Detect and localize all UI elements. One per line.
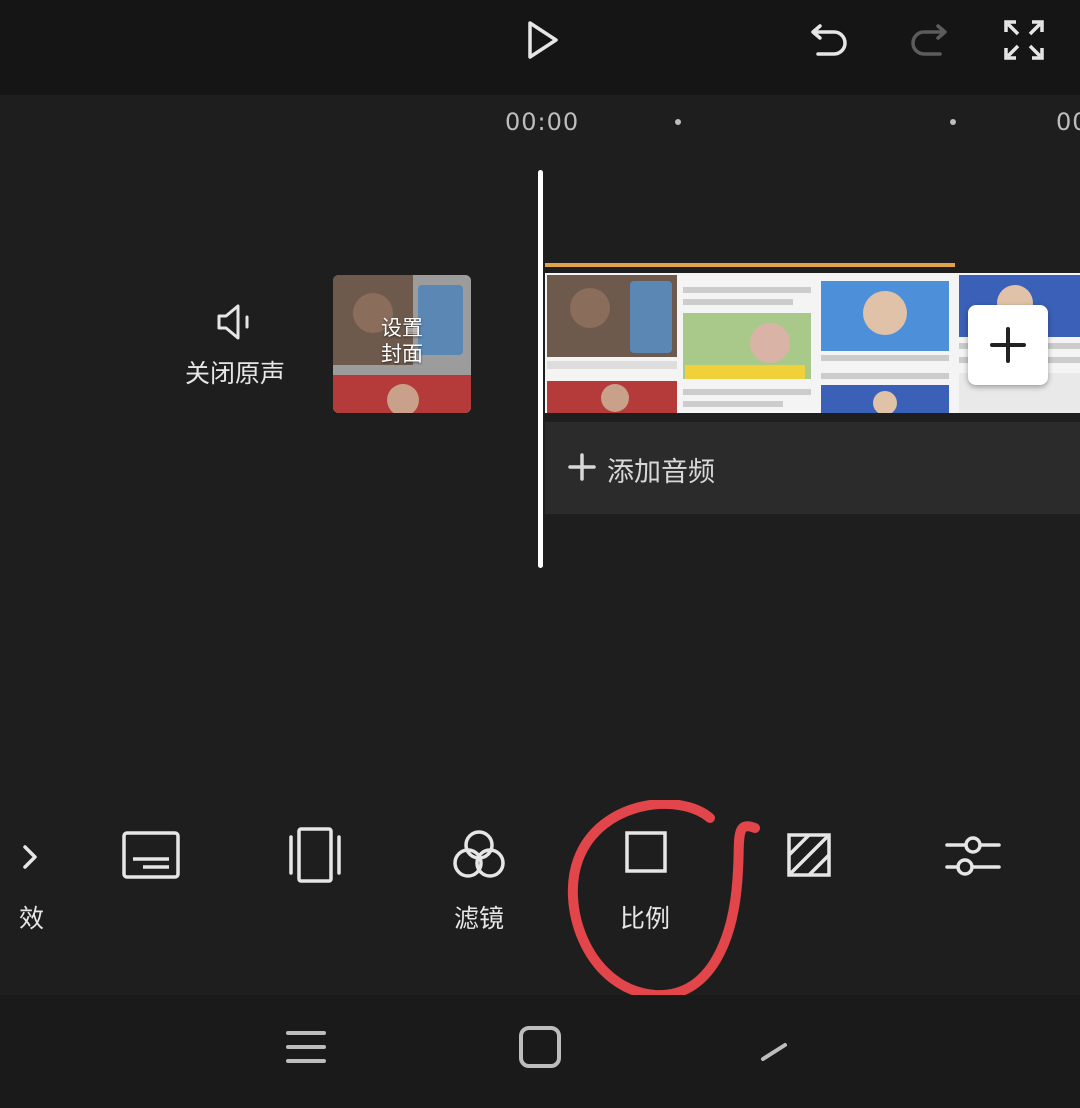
time-tick <box>950 119 956 125</box>
plus-icon <box>568 453 596 481</box>
tool-ratio[interactable]: 比例 <box>590 825 700 933</box>
plus-icon <box>990 327 1026 363</box>
home-icon[interactable] <box>510 1017 570 1077</box>
tool-effects-label: 效 <box>18 904 44 933</box>
subtitle-icon <box>122 831 180 879</box>
fullscreen-icon[interactable] <box>1002 18 1046 62</box>
time-label-next: 00 <box>1056 108 1080 136</box>
back-icon[interactable] <box>745 1017 805 1077</box>
top-bar <box>0 0 1080 95</box>
undo-icon[interactable] <box>808 18 852 62</box>
recent-apps-icon[interactable] <box>276 1017 336 1077</box>
tool-filter-label: 滤镜 <box>453 904 504 933</box>
background-icon <box>787 833 831 877</box>
time-label-start: 00:00 <box>505 108 580 136</box>
tool-frame[interactable] <box>260 825 370 931</box>
tool-frame-label <box>260 899 370 931</box>
add-clip-button[interactable] <box>968 305 1048 385</box>
tool-ratio-label: 比例 <box>619 904 670 933</box>
redo-icon[interactable] <box>906 18 950 62</box>
effects-icon <box>23 845 37 869</box>
playhead[interactable] <box>538 170 543 568</box>
add-audio-button[interactable]: 添加音频 <box>545 422 1080 514</box>
add-audio-label: 添加音频 <box>607 457 715 488</box>
set-cover-label-2: 封面 <box>381 342 423 366</box>
set-cover-button[interactable]: 设置 封面 <box>333 275 471 413</box>
tool-effects[interactable]: 效 <box>0 825 70 933</box>
set-cover-label-1: 设置 <box>381 316 423 340</box>
tool-subtitle-label <box>96 899 206 931</box>
frame-icon <box>289 827 341 883</box>
tool-subtitle[interactable] <box>96 825 206 931</box>
play-icon[interactable] <box>520 18 564 62</box>
mute-original-audio-button[interactable]: 关闭原声 <box>170 300 300 400</box>
speaker-icon <box>217 304 249 340</box>
system-nav-bar <box>0 995 1080 1108</box>
track-highlight-line <box>545 263 955 267</box>
mute-original-audio-label: 关闭原声 <box>184 359 285 388</box>
tool-filter[interactable]: 滤镜 <box>424 825 534 933</box>
adjust-icon <box>945 836 1001 876</box>
tool-background-label <box>754 899 864 931</box>
tool-background[interactable] <box>754 825 864 931</box>
filter-icon <box>453 830 505 878</box>
tool-adjust[interactable] <box>918 825 1028 931</box>
bottom-toolbar: 效 滤镜 比例 <box>0 800 1080 980</box>
tool-adjust-label <box>918 899 1028 931</box>
ratio-icon <box>625 831 667 873</box>
time-tick <box>675 119 681 125</box>
